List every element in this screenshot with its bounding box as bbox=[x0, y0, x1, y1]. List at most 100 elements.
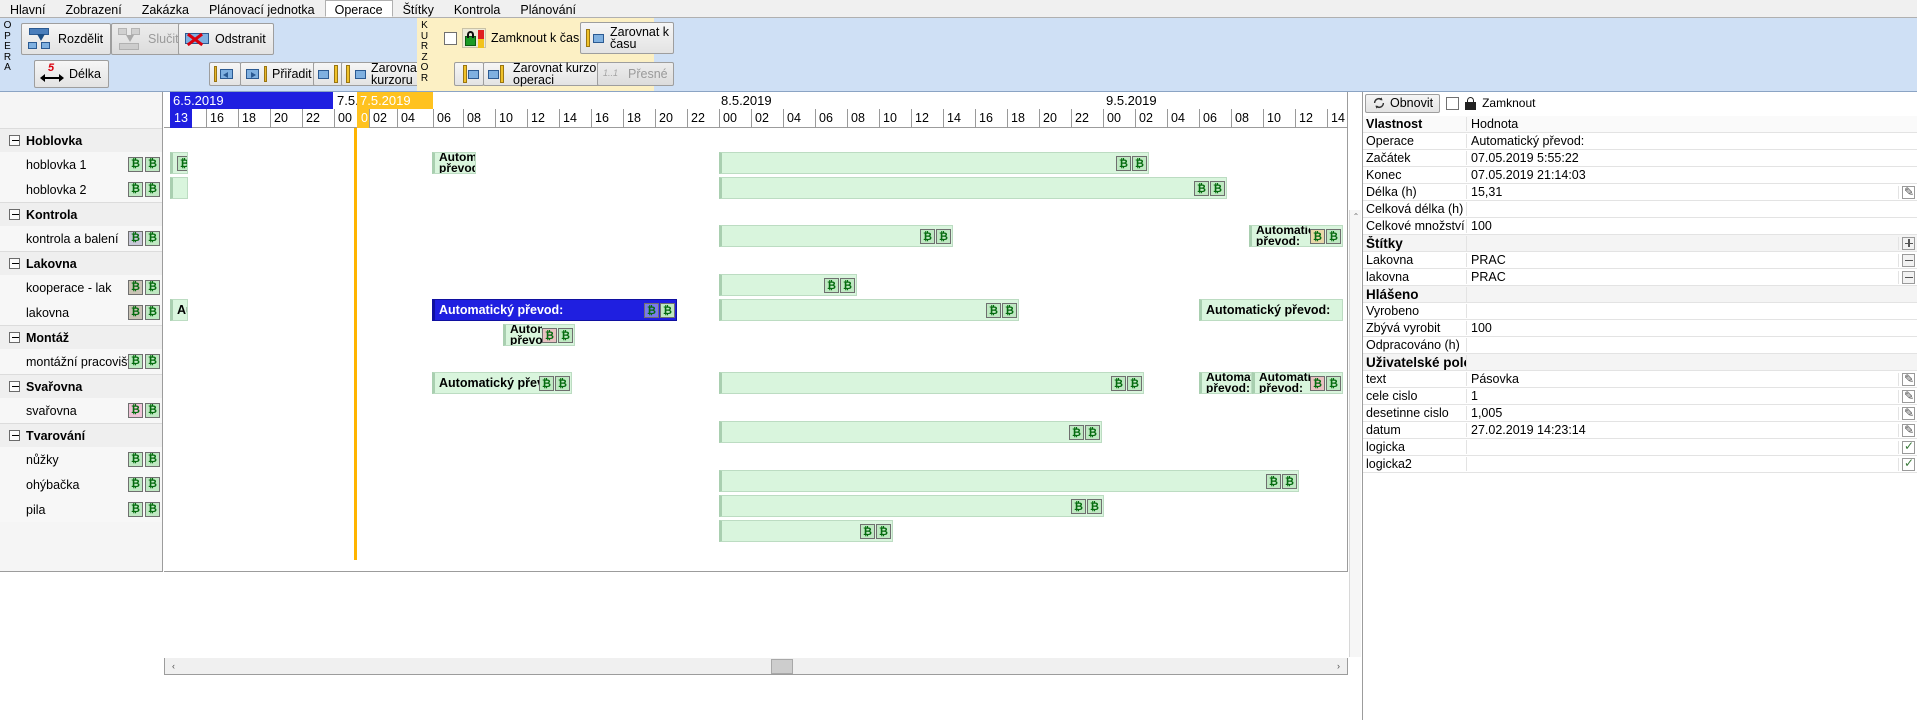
ruler-date-4[interactable]: 9.5.2019 bbox=[1103, 92, 1343, 109]
collapse-icon[interactable] bbox=[9, 430, 20, 441]
tree-group-3[interactable]: Kontrola bbox=[0, 202, 162, 226]
task-state-icon[interactable]: ₿ bbox=[644, 302, 659, 318]
collapse-icon[interactable] bbox=[9, 258, 20, 269]
check-icon[interactable] bbox=[1902, 456, 1915, 471]
gantt-task-bar[interactable]: ₿ ₿ bbox=[719, 225, 953, 247]
odstranit-button[interactable]: Odstranit bbox=[178, 23, 274, 55]
ruler-date-2[interactable]: 7.5.2019 bbox=[357, 92, 433, 109]
zamknout-checkbox[interactable] bbox=[444, 31, 457, 45]
property-action-cell[interactable] bbox=[1898, 270, 1917, 284]
gantt-task-bar[interactable]: ₿ ₿ bbox=[719, 152, 1149, 174]
ruler-hour-13[interactable]: 14 bbox=[559, 109, 585, 128]
ruler-hour-34[interactable]: 08 bbox=[1231, 109, 1257, 128]
resource-state-icon[interactable]: ₿ bbox=[128, 502, 143, 517]
ruler-hour-20[interactable]: 04 bbox=[783, 109, 809, 128]
ruler-hour-8[interactable]: 04 bbox=[397, 109, 423, 128]
property-action-cell[interactable] bbox=[1898, 389, 1917, 403]
property-action-cell[interactable] bbox=[1898, 253, 1917, 267]
task-state-icon[interactable]: ₿ bbox=[1326, 375, 1341, 391]
ruler-hour-35[interactable]: 10 bbox=[1263, 109, 1289, 128]
task-state-icon[interactable]: ₿ bbox=[1069, 424, 1084, 440]
gantt-task-bar[interactable]: ₿ ₿ bbox=[719, 520, 893, 542]
resource-state-icon[interactable]: ₿ bbox=[145, 305, 160, 320]
task-state-icon[interactable]: ₿ bbox=[542, 327, 557, 343]
collapse-icon[interactable] bbox=[9, 332, 20, 343]
gantt-task-bar[interactable]: Automatický převod: bbox=[170, 299, 188, 321]
gantt-task-bar[interactable]: Automatický převod:₿₿ bbox=[1249, 225, 1343, 247]
zamknout-k-casu-button[interactable]: Zamknout k času bbox=[438, 24, 594, 52]
tree-item-6[interactable]: kooperace - lak ₿ ₿ bbox=[0, 275, 162, 300]
ruler-hour-25[interactable]: 14 bbox=[943, 109, 969, 128]
ruler-hour-12[interactable]: 12 bbox=[527, 109, 553, 128]
ruler-hour-32[interactable]: 04 bbox=[1167, 109, 1193, 128]
task-state-icon[interactable]: ₿ bbox=[558, 327, 573, 343]
ruler-hour-4[interactable]: 22 bbox=[302, 109, 328, 128]
property-row[interactable]: Vlastnost Hodnota bbox=[1363, 116, 1917, 133]
ruler-hour-30[interactable]: 00 bbox=[1103, 109, 1129, 128]
gantt-task-bar[interactable]: Automatický převod: bbox=[432, 152, 476, 174]
ruler-date-3[interactable]: 8.5.2019 bbox=[718, 92, 1103, 109]
menu-tab-zobrazení[interactable]: Zobrazení bbox=[55, 0, 131, 17]
menu-tab-štítky[interactable]: Štítky bbox=[393, 0, 444, 17]
gantt-timeline[interactable]: 6.5.20197.5.20197.5.20198.5.20199.5.2019… bbox=[164, 92, 1348, 572]
check-icon[interactable] bbox=[1902, 439, 1915, 454]
prirazit-button[interactable]: Přiřadit bbox=[240, 62, 317, 86]
obnovit-button[interactable]: Obnovit bbox=[1365, 93, 1441, 113]
property-row[interactable]: Začátek 07.05.2019 5:55:22 bbox=[1363, 150, 1917, 167]
ruler-hour-37[interactable]: 14 bbox=[1327, 109, 1347, 128]
properties-lock-checkbox[interactable] bbox=[1446, 96, 1460, 110]
property-row[interactable]: Celkové množství 100 bbox=[1363, 218, 1917, 235]
menu-tab-hlavní[interactable]: Hlavní bbox=[0, 0, 55, 17]
delka-button[interactable]: 5 Délka bbox=[34, 60, 109, 88]
task-state-icon[interactable]: ₿ bbox=[860, 523, 875, 539]
task-state-icon[interactable]: ₿ bbox=[1111, 375, 1126, 391]
tree-group-10[interactable]: Svařovna bbox=[0, 374, 162, 398]
ruler-hour-27[interactable]: 18 bbox=[1007, 109, 1033, 128]
tree-group-8[interactable]: Montáž bbox=[0, 325, 162, 349]
gantt-task-bar[interactable]: Automatický převod: bbox=[1199, 299, 1343, 321]
resource-tree[interactable]: Hoblovka hoblovka 1 ₿ ₿ hoblovka 2 ₿ ₿ Kontrola… bbox=[0, 92, 163, 572]
tree-item-14[interactable]: ohýbačka ₿ ₿ bbox=[0, 472, 162, 497]
ruler-hour-2[interactable]: 18 bbox=[238, 109, 264, 128]
zarovnat-kurzor-left-button[interactable] bbox=[454, 62, 484, 86]
ruler-hour-15[interactable]: 18 bbox=[623, 109, 649, 128]
task-state-icon[interactable]: ₿ bbox=[1002, 302, 1017, 318]
task-state-icon[interactable]: ₿ bbox=[1087, 498, 1102, 514]
task-state-icon[interactable]: ₿ bbox=[660, 302, 675, 318]
property-row[interactable]: logicka bbox=[1363, 439, 1917, 456]
zarovnat-k-casu-button[interactable]: Zarovnat k času bbox=[580, 22, 675, 54]
timeline-vertical-scrollbar[interactable]: ⌃ bbox=[1349, 210, 1361, 657]
property-row[interactable]: Vyrobeno bbox=[1363, 303, 1917, 320]
task-state-icon[interactable]: ₿ bbox=[920, 228, 935, 244]
edit-pencil-icon[interactable] bbox=[1902, 372, 1915, 386]
presne-button[interactable]: 1..1 Přesné bbox=[597, 62, 674, 86]
prirazit-left-button[interactable] bbox=[209, 62, 241, 86]
property-action-cell[interactable] bbox=[1898, 439, 1917, 454]
tree-item-7[interactable]: lakovna ₿ ₿ bbox=[0, 300, 162, 325]
property-row[interactable]: Odpracováno (h) bbox=[1363, 337, 1917, 354]
remove-icon[interactable] bbox=[1902, 253, 1915, 267]
zarovnat-ke-kurzoru-left-button[interactable] bbox=[313, 62, 343, 86]
property-row[interactable]: Délka (h) 15,31 bbox=[1363, 184, 1917, 201]
gantt-task-bar[interactable]: ₿ bbox=[170, 152, 188, 174]
tree-group-12[interactable]: Tvarování bbox=[0, 423, 162, 447]
property-row[interactable]: lakovna PRAC bbox=[1363, 269, 1917, 286]
gantt-grid[interactable]: ₿Automatický převod:₿₿₿₿₿₿Automatický př… bbox=[164, 128, 1347, 560]
ruler-hour-0[interactable]: 13 bbox=[170, 109, 192, 128]
resource-state-icon[interactable]: ₿ bbox=[145, 280, 160, 295]
resource-state-icon[interactable]: ₿ bbox=[145, 452, 160, 467]
resource-state-icon[interactable]: ₿ bbox=[145, 477, 160, 492]
tree-item-4[interactable]: kontrola a balení ₿ ₿ bbox=[0, 226, 162, 251]
timeline-horizontal-scrollbar[interactable]: ‹ › bbox=[164, 658, 1348, 675]
ruler-hour-22[interactable]: 08 bbox=[847, 109, 873, 128]
gantt-task-bar[interactable]: ₿ ₿ bbox=[719, 470, 1299, 492]
gantt-task-bar[interactable]: Automatický převod:₿₿ bbox=[1252, 372, 1343, 394]
add-icon[interactable] bbox=[1902, 236, 1915, 250]
property-action-cell[interactable] bbox=[1898, 456, 1917, 471]
ruler-hour-28[interactable]: 20 bbox=[1039, 109, 1065, 128]
tree-item-2[interactable]: hoblovka 2 ₿ ₿ bbox=[0, 177, 162, 202]
ruler-hour-17[interactable]: 22 bbox=[687, 109, 713, 128]
ruler-hour-10[interactable]: 08 bbox=[463, 109, 489, 128]
task-state-icon[interactable]: ₿ bbox=[539, 375, 554, 391]
property-row[interactable]: Uživatelské položky bbox=[1363, 354, 1917, 371]
